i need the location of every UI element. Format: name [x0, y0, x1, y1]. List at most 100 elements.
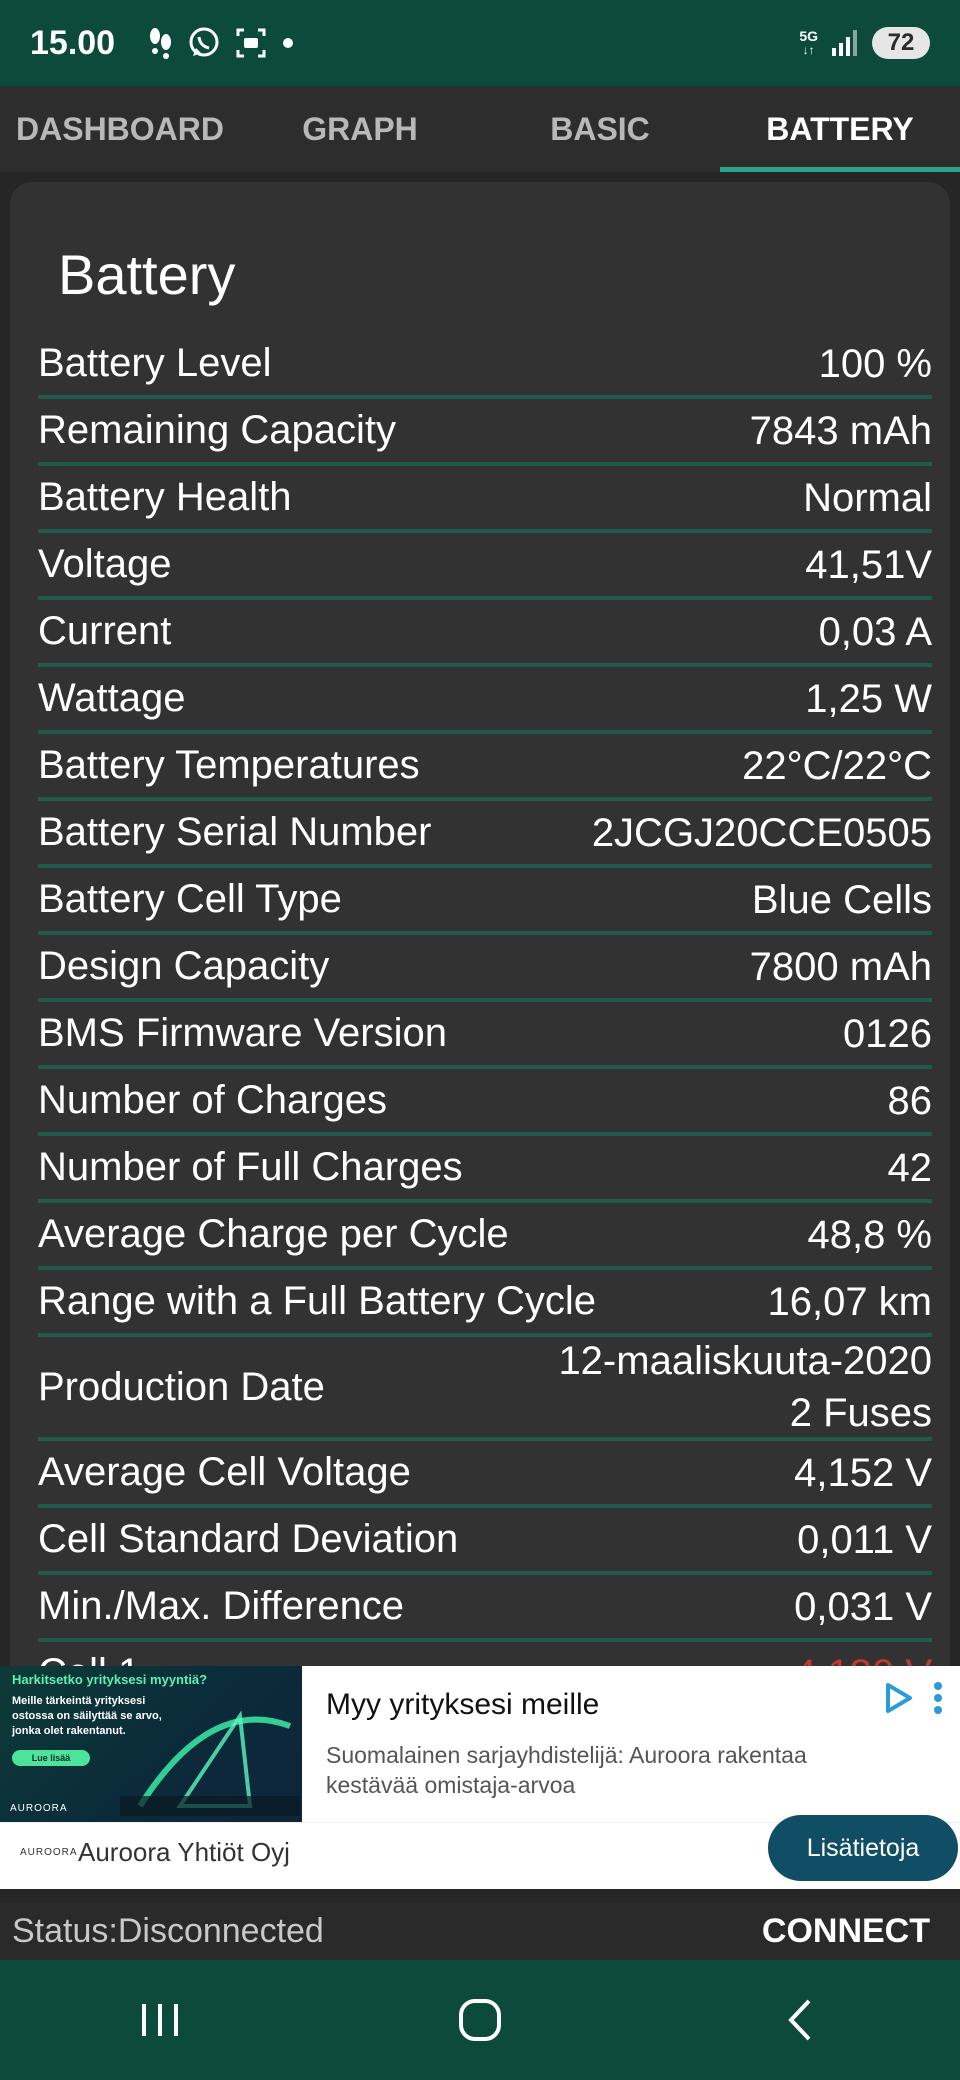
- clock: 15.00: [30, 23, 116, 62]
- more-options-icon[interactable]: [930, 1680, 946, 1716]
- tab-graph[interactable]: GRAPH: [240, 86, 480, 172]
- signal-icon: [830, 28, 860, 58]
- row-label: Min./Max. Difference: [38, 1584, 405, 1628]
- row-label: Range with a Full Battery Cycle: [38, 1279, 597, 1323]
- list-item: Design Capacity 7800 mAh: [38, 935, 932, 1002]
- row-label: Current: [38, 609, 172, 653]
- tab-battery[interactable]: BATTERY: [720, 86, 960, 172]
- list-item: Range with a Full Battery Cycle 16,07 km: [38, 1270, 932, 1337]
- list-item: Remaining Capacity 7843 mAh: [38, 399, 932, 466]
- ad-logo: AUROORA: [20, 1847, 78, 1858]
- tab-basic[interactable]: BASIC: [480, 86, 720, 172]
- row-label: Cell 1: [38, 1651, 140, 1666]
- row-value: 100 %: [818, 341, 932, 386]
- row-label: BMS Firmware Version: [38, 1011, 447, 1055]
- row-label: Battery Serial Number: [38, 810, 432, 854]
- row-label: Average Charge per Cycle: [38, 1212, 509, 1256]
- row-value: 41,51V: [805, 542, 932, 587]
- list-item: Cell Standard Deviation 0,011 V: [38, 1508, 932, 1575]
- row-value: 48,8 %: [807, 1212, 932, 1257]
- row-value: 0,011 V: [797, 1517, 932, 1562]
- list-item: Current 0,03 A: [38, 600, 932, 667]
- connect-button[interactable]: CONNECT: [762, 1912, 930, 1951]
- row-label: Production Date: [38, 1364, 325, 1409]
- ad-footer: AUROORA Auroora Yhtiöt Oyj Lisätietoja: [0, 1815, 960, 1889]
- row-label: Number of Charges: [38, 1078, 388, 1122]
- row-value: 16,07 km: [767, 1279, 932, 1324]
- list-item: Voltage 41,51V: [38, 533, 932, 600]
- row-label: Number of Full Charges: [38, 1145, 463, 1189]
- list-item: Number of Charges 86: [38, 1069, 932, 1136]
- ad-company: Auroora Yhtiöt Oyj: [78, 1837, 290, 1867]
- row-value: 42: [887, 1145, 933, 1190]
- list-item: Battery Temperatures 22°C/22°C: [38, 734, 932, 801]
- row-value: 7843 mAh: [749, 408, 932, 453]
- row-label: Average Cell Voltage: [38, 1450, 411, 1494]
- network-type-label: 5G ↓↑: [799, 28, 818, 57]
- row-label: Remaining Capacity: [38, 408, 396, 452]
- ad-image-headline: Harkitsetko yrityksesi myyntiä?: [12, 1672, 208, 1687]
- list-item: Production Date 12-maaliskuuta-2020 2 Fu…: [38, 1337, 932, 1441]
- whatsapp-icon: [187, 26, 221, 60]
- list-item: Number of Full Charges 42: [38, 1136, 932, 1203]
- row-label: Design Capacity: [38, 944, 330, 988]
- ad-image[interactable]: Harkitsetko yrityksesi myyntiä? Meille t…: [0, 1666, 302, 1822]
- battery-info-list: Battery Level 100 % Remaining Capacity 784…: [38, 332, 932, 1666]
- row-value: 7800 mAh: [749, 944, 932, 989]
- row-label: Battery Cell Type: [38, 877, 342, 921]
- row-label: Wattage: [38, 676, 186, 720]
- screenshot-icon: [235, 27, 267, 59]
- list-item: Wattage 1,25 W: [38, 667, 932, 734]
- row-label: Battery Temperatures: [38, 743, 420, 787]
- list-item: Min./Max. Difference 0,031 V: [38, 1575, 932, 1642]
- home-button[interactable]: [420, 1975, 540, 2065]
- list-item: Battery Serial Number 2JCGJ20CCE0505: [38, 801, 932, 868]
- row-value: Normal: [803, 475, 932, 520]
- recent-apps-icon: [142, 2004, 178, 2036]
- row-value: 0126: [843, 1011, 932, 1056]
- ad-title[interactable]: Myy yrityksesi meille: [326, 1688, 599, 1722]
- battery-card[interactable]: Battery Battery Level 100 % Remaining Cap…: [10, 182, 950, 1666]
- production-date-value: 12-maaliskuuta-2020: [558, 1339, 932, 1383]
- ad-banner[interactable]: Harkitsetko yrityksesi myyntiä? Meille t…: [0, 1666, 960, 1889]
- back-icon: [788, 1999, 811, 2041]
- row-label: Cell Standard Deviation: [38, 1517, 459, 1561]
- ad-image-button: Lue lisää: [12, 1750, 90, 1766]
- row-value: 0,031 V: [794, 1584, 932, 1629]
- aurora-graphic-icon: [120, 1710, 300, 1816]
- list-item: Battery Cell Type Blue Cells: [38, 868, 932, 935]
- row-value: 0,03 A: [818, 609, 932, 654]
- back-button[interactable]: [740, 1975, 860, 2065]
- tab-dashboard[interactable]: DASHBOARD: [0, 86, 240, 172]
- row-value: 12-maaliskuuta-2020 2 Fuses: [558, 1335, 932, 1439]
- fuses-value: 2 Fuses: [789, 1391, 932, 1435]
- list-item: Battery Level 100 %: [38, 332, 932, 399]
- row-value: 1,25 W: [805, 676, 932, 721]
- row-value: 4,130 V: [794, 1648, 932, 1667]
- row-label: Voltage: [38, 542, 172, 586]
- card-title: Battery: [58, 243, 236, 306]
- row-value: 86: [887, 1078, 933, 1123]
- system-status-bar: 15.00 5G ↓↑ 72: [0, 0, 960, 86]
- connection-status: Status:Disconnected: [12, 1911, 324, 1950]
- home-icon: [459, 1999, 501, 2041]
- list-item: Average Cell Voltage 4,152 V: [38, 1441, 932, 1508]
- ad-choices-icon[interactable]: [880, 1680, 916, 1716]
- list-item: BMS Firmware Version 0126: [38, 1002, 932, 1069]
- connection-status-bar: Status:Disconnected CONNECT: [0, 1902, 960, 1960]
- recent-apps-button[interactable]: [100, 1975, 220, 2065]
- row-value: Blue Cells: [751, 877, 932, 922]
- row-value: 4,152 V: [794, 1450, 932, 1495]
- tab-bar: DASHBOARD GRAPH BASIC BATTERY: [0, 86, 960, 172]
- list-item: Average Charge per Cycle 48,8 %: [38, 1203, 932, 1270]
- row-value: 22°C/22°C: [742, 743, 932, 788]
- notification-dot-icon: [281, 36, 295, 50]
- row-label: Battery Health: [38, 475, 292, 519]
- ad-image-brand: AUROORA: [10, 1803, 68, 1814]
- battery-icon: 72: [872, 27, 930, 59]
- row-label: Battery Level: [38, 341, 272, 385]
- system-nav-bar: [0, 1960, 960, 2080]
- list-item: Cell 1 4,130 V: [38, 1642, 932, 1666]
- list-item: Battery Health Normal: [38, 466, 932, 533]
- ad-cta-button[interactable]: Lisätietoja: [768, 1815, 958, 1881]
